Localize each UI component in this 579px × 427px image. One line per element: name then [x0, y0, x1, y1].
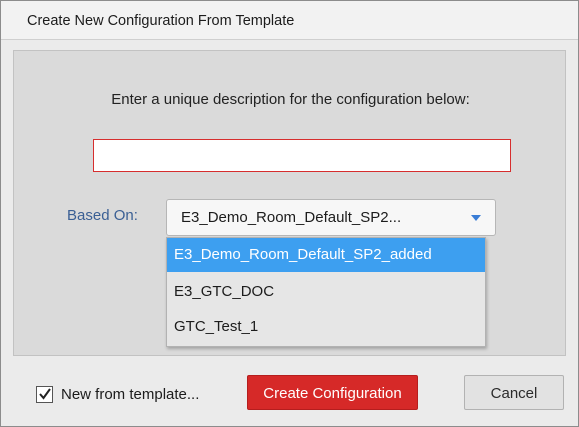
dropdown-option-e3-demo-room[interactable]: E3_Demo_Room_Default_SP2_added	[167, 238, 485, 272]
description-prompt: Enter a unique description for the confi…	[111, 91, 470, 108]
based-on-selected-value: E3_Demo_Room_Default_SP2...	[181, 209, 402, 226]
based-on-dropdown-list: E3_Demo_Room_Default_SP2_added E3_GTC_DO…	[166, 237, 486, 347]
dialog-title: Create New Configuration From Template	[27, 13, 295, 29]
based-on-label: Based On:	[67, 207, 138, 224]
checkmark-icon	[39, 388, 51, 400]
dropdown-option-e3-gtc-doc[interactable]: E3_GTC_DOC	[167, 275, 485, 309]
dialog-titlebar: Create New Configuration From Template	[1, 1, 578, 40]
chevron-down-icon[interactable]	[471, 215, 481, 221]
create-configuration-button[interactable]: Create Configuration	[247, 375, 418, 410]
description-input[interactable]	[93, 139, 511, 172]
based-on-select[interactable]: E3_Demo_Room_Default_SP2...	[166, 199, 496, 236]
cancel-button[interactable]: Cancel	[464, 375, 564, 410]
dropdown-option-gtc-test-1[interactable]: GTC_Test_1	[167, 310, 485, 344]
new-from-template-checkbox[interactable]	[36, 386, 53, 403]
create-configuration-dialog: Create New Configuration From Template E…	[0, 0, 579, 427]
new-from-template-label[interactable]: New from template...	[61, 386, 199, 403]
